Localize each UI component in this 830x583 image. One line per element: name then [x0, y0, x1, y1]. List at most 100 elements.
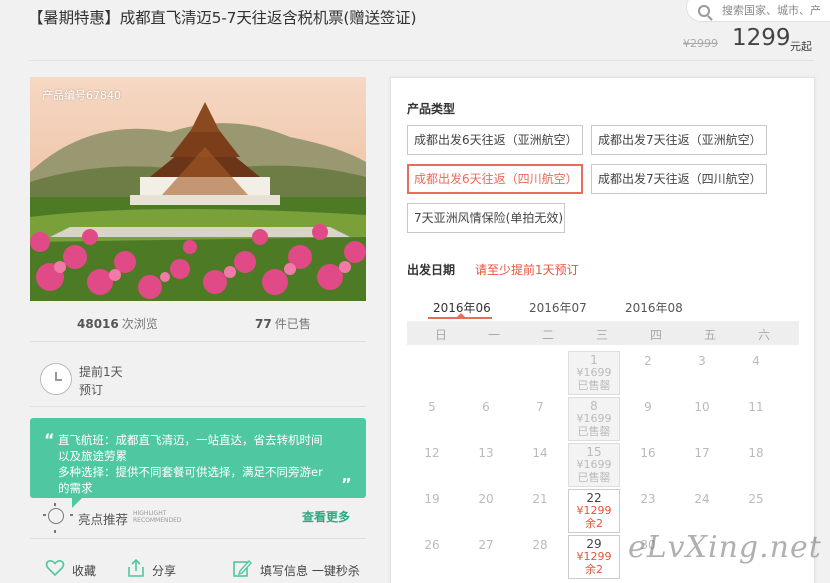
highlight-label-en: HIGHLIGHT RECOMMENDED	[133, 510, 193, 524]
calendar-day-price: ¥1699	[576, 366, 612, 379]
calendar-day: 5	[428, 400, 436, 414]
weekday-tue: 二	[541, 328, 554, 342]
option-chengdu-6d-sichuan[interactable]: 成都出发6天往返（四川航空）	[407, 164, 583, 194]
tab-month-2016-08[interactable]: 2016年08	[625, 299, 683, 316]
option-insurance[interactable]: 7天亚洲风情保险(单拍无效)	[407, 203, 565, 233]
sold-count-number: 77	[255, 317, 272, 331]
highlight-label-en-2: RECOMMENDED	[133, 517, 182, 524]
tab-month-2016-07[interactable]: 2016年07	[529, 299, 587, 316]
calendar-day: 9	[644, 400, 652, 414]
calendar-day: 26	[424, 538, 440, 552]
price-unit: 元起	[790, 40, 812, 53]
active-month-indicator	[428, 317, 492, 319]
calendar-day: 6	[482, 400, 490, 414]
calendar-day-available[interactable]: 29 ¥1299 余2	[568, 535, 620, 579]
calendar-day: 16	[640, 446, 656, 460]
weekday-mon: 一	[487, 328, 500, 342]
calendar-day: 14	[532, 446, 548, 460]
share-icon[interactable]	[126, 558, 146, 578]
calendar-day-number: 15	[586, 445, 602, 459]
quote-close-icon: „	[341, 466, 352, 485]
calendar-day-status: 已售罄	[577, 379, 611, 392]
calendar-day: 12	[424, 446, 440, 460]
divider	[30, 406, 366, 407]
header-divider	[28, 60, 814, 61]
search-box[interactable]: 搜索国家、城市、产	[686, 0, 830, 22]
highlight-box: “ 直飞航班：成都直飞清迈，一站直达，省去转机时间 以及旅途劳累 多种选择：提供…	[30, 418, 366, 498]
original-price: ¥2999	[683, 37, 718, 50]
highlight-label: 亮点推荐	[78, 512, 129, 527]
calendar-day: 27	[478, 538, 494, 552]
product-stats: 48016 次浏览 77 件已售	[30, 305, 366, 341]
calendar-day-number: 29	[586, 537, 602, 551]
active-month-caret	[457, 313, 465, 317]
calendar-day-price: ¥1699	[576, 412, 612, 425]
calendar-day: 24	[694, 492, 710, 506]
advance-booking-days: 提前1天	[79, 365, 123, 379]
weekday-sat: 六	[757, 328, 770, 342]
quote-open-icon: “	[44, 430, 55, 449]
calendar-day: 7	[536, 400, 544, 414]
calendar-day: 19	[424, 492, 440, 506]
weekday-thu: 四	[649, 328, 662, 342]
calendar-day: 17	[694, 446, 710, 460]
weekday-fri: 五	[703, 328, 716, 342]
highlight-label-en-1: HIGHLIGHT	[133, 510, 167, 517]
highlight-line: 多种选择：提供不同套餐可供选择，满足不同旁游er	[58, 465, 323, 479]
highlight-line: 的需求	[58, 481, 93, 495]
product-image[interactable]: 产品编号67840	[30, 77, 366, 301]
page-title: 【暑期特惠】成都直飞清迈5-7天往返含税机票(赠送签证)	[28, 9, 417, 27]
search-icon[interactable]	[698, 5, 710, 17]
advance-booking-label: 预订	[79, 383, 104, 397]
calendar-day-number: 8	[590, 399, 598, 413]
option-chengdu-6d-airasia[interactable]: 成都出发6天往返（亚洲航空）	[407, 125, 583, 155]
option-chengdu-7d-sichuan[interactable]: 成都出发7天往返（四川航空）	[591, 164, 767, 194]
calendar-day-price: ¥1299	[576, 504, 612, 517]
highlight-pointer	[72, 498, 82, 508]
weekday-header: 日 一 二 三 四 五 六	[407, 321, 799, 345]
view-count-number: 48016	[77, 317, 119, 331]
advance-booking-note: 请至少提前1天预订	[475, 263, 579, 277]
calendar-day-available[interactable]: 22 ¥1299 余2	[568, 489, 620, 533]
search-input[interactable]: 搜索国家、城市、产	[722, 2, 821, 18]
calendar-day-price: ¥1699	[576, 458, 612, 471]
calendar-day-status: 已售罄	[577, 471, 611, 484]
calendar-day: 11	[748, 400, 764, 414]
calendar-day: 18	[748, 446, 764, 460]
calendar-day: 10	[694, 400, 710, 414]
highlight-line: 直飞航班：成都直飞清迈，一站直达，省去转机时间	[58, 433, 323, 447]
product-code: 产品编号67840	[42, 89, 121, 102]
sold-count-label: 件已售	[274, 317, 311, 331]
heart-icon[interactable]	[45, 558, 65, 578]
calendar-day-sold-out: 15 ¥1699 已售罄	[568, 443, 620, 487]
calendar-day: 3	[698, 354, 706, 368]
weekday-sun: 日	[434, 328, 447, 342]
product-type-title: 产品类型	[407, 102, 456, 116]
view-count: 48016 次浏览	[77, 315, 158, 332]
view-count-label: 次浏览	[121, 317, 158, 331]
calendar-day-sold-out: 8 ¥1699 已售罄	[568, 397, 620, 441]
clock-icon	[40, 363, 72, 395]
watermark: eLvXing.net	[628, 530, 822, 565]
highlight-line: 以及旅途劳累	[58, 449, 127, 463]
calendar-day-sold-out: 1 ¥1699 已售罄	[568, 351, 620, 395]
calendar-day: 28	[532, 538, 548, 552]
calendar-day-number: 22	[586, 491, 602, 505]
weekday-wed: 三	[595, 328, 608, 342]
calendar-day: 25	[748, 492, 764, 506]
favorite-button[interactable]: 收藏	[72, 562, 96, 579]
calendar-day: 13	[478, 446, 494, 460]
option-chengdu-7d-airasia[interactable]: 成都出发7天往返（亚洲航空）	[591, 125, 767, 155]
temple-garden-illustration	[30, 77, 366, 301]
calendar-day: 4	[752, 354, 760, 368]
divider	[30, 341, 366, 342]
calendar-day: 20	[478, 492, 494, 506]
share-button[interactable]: 分享	[152, 562, 176, 579]
book-now-button[interactable]: 填写信息 一键秒杀	[260, 562, 360, 579]
view-more-link[interactable]: 查看更多	[302, 508, 350, 525]
calendar-day: 23	[640, 492, 656, 506]
booking-panel: 产品类型 成都出发6天往返（亚洲航空） 成都出发7天往返（亚洲航空） 成都出发6…	[390, 77, 815, 583]
calendar-day-status: 余2	[585, 517, 603, 530]
edit-icon[interactable]	[232, 558, 252, 578]
calendar-day: 2	[644, 354, 652, 368]
